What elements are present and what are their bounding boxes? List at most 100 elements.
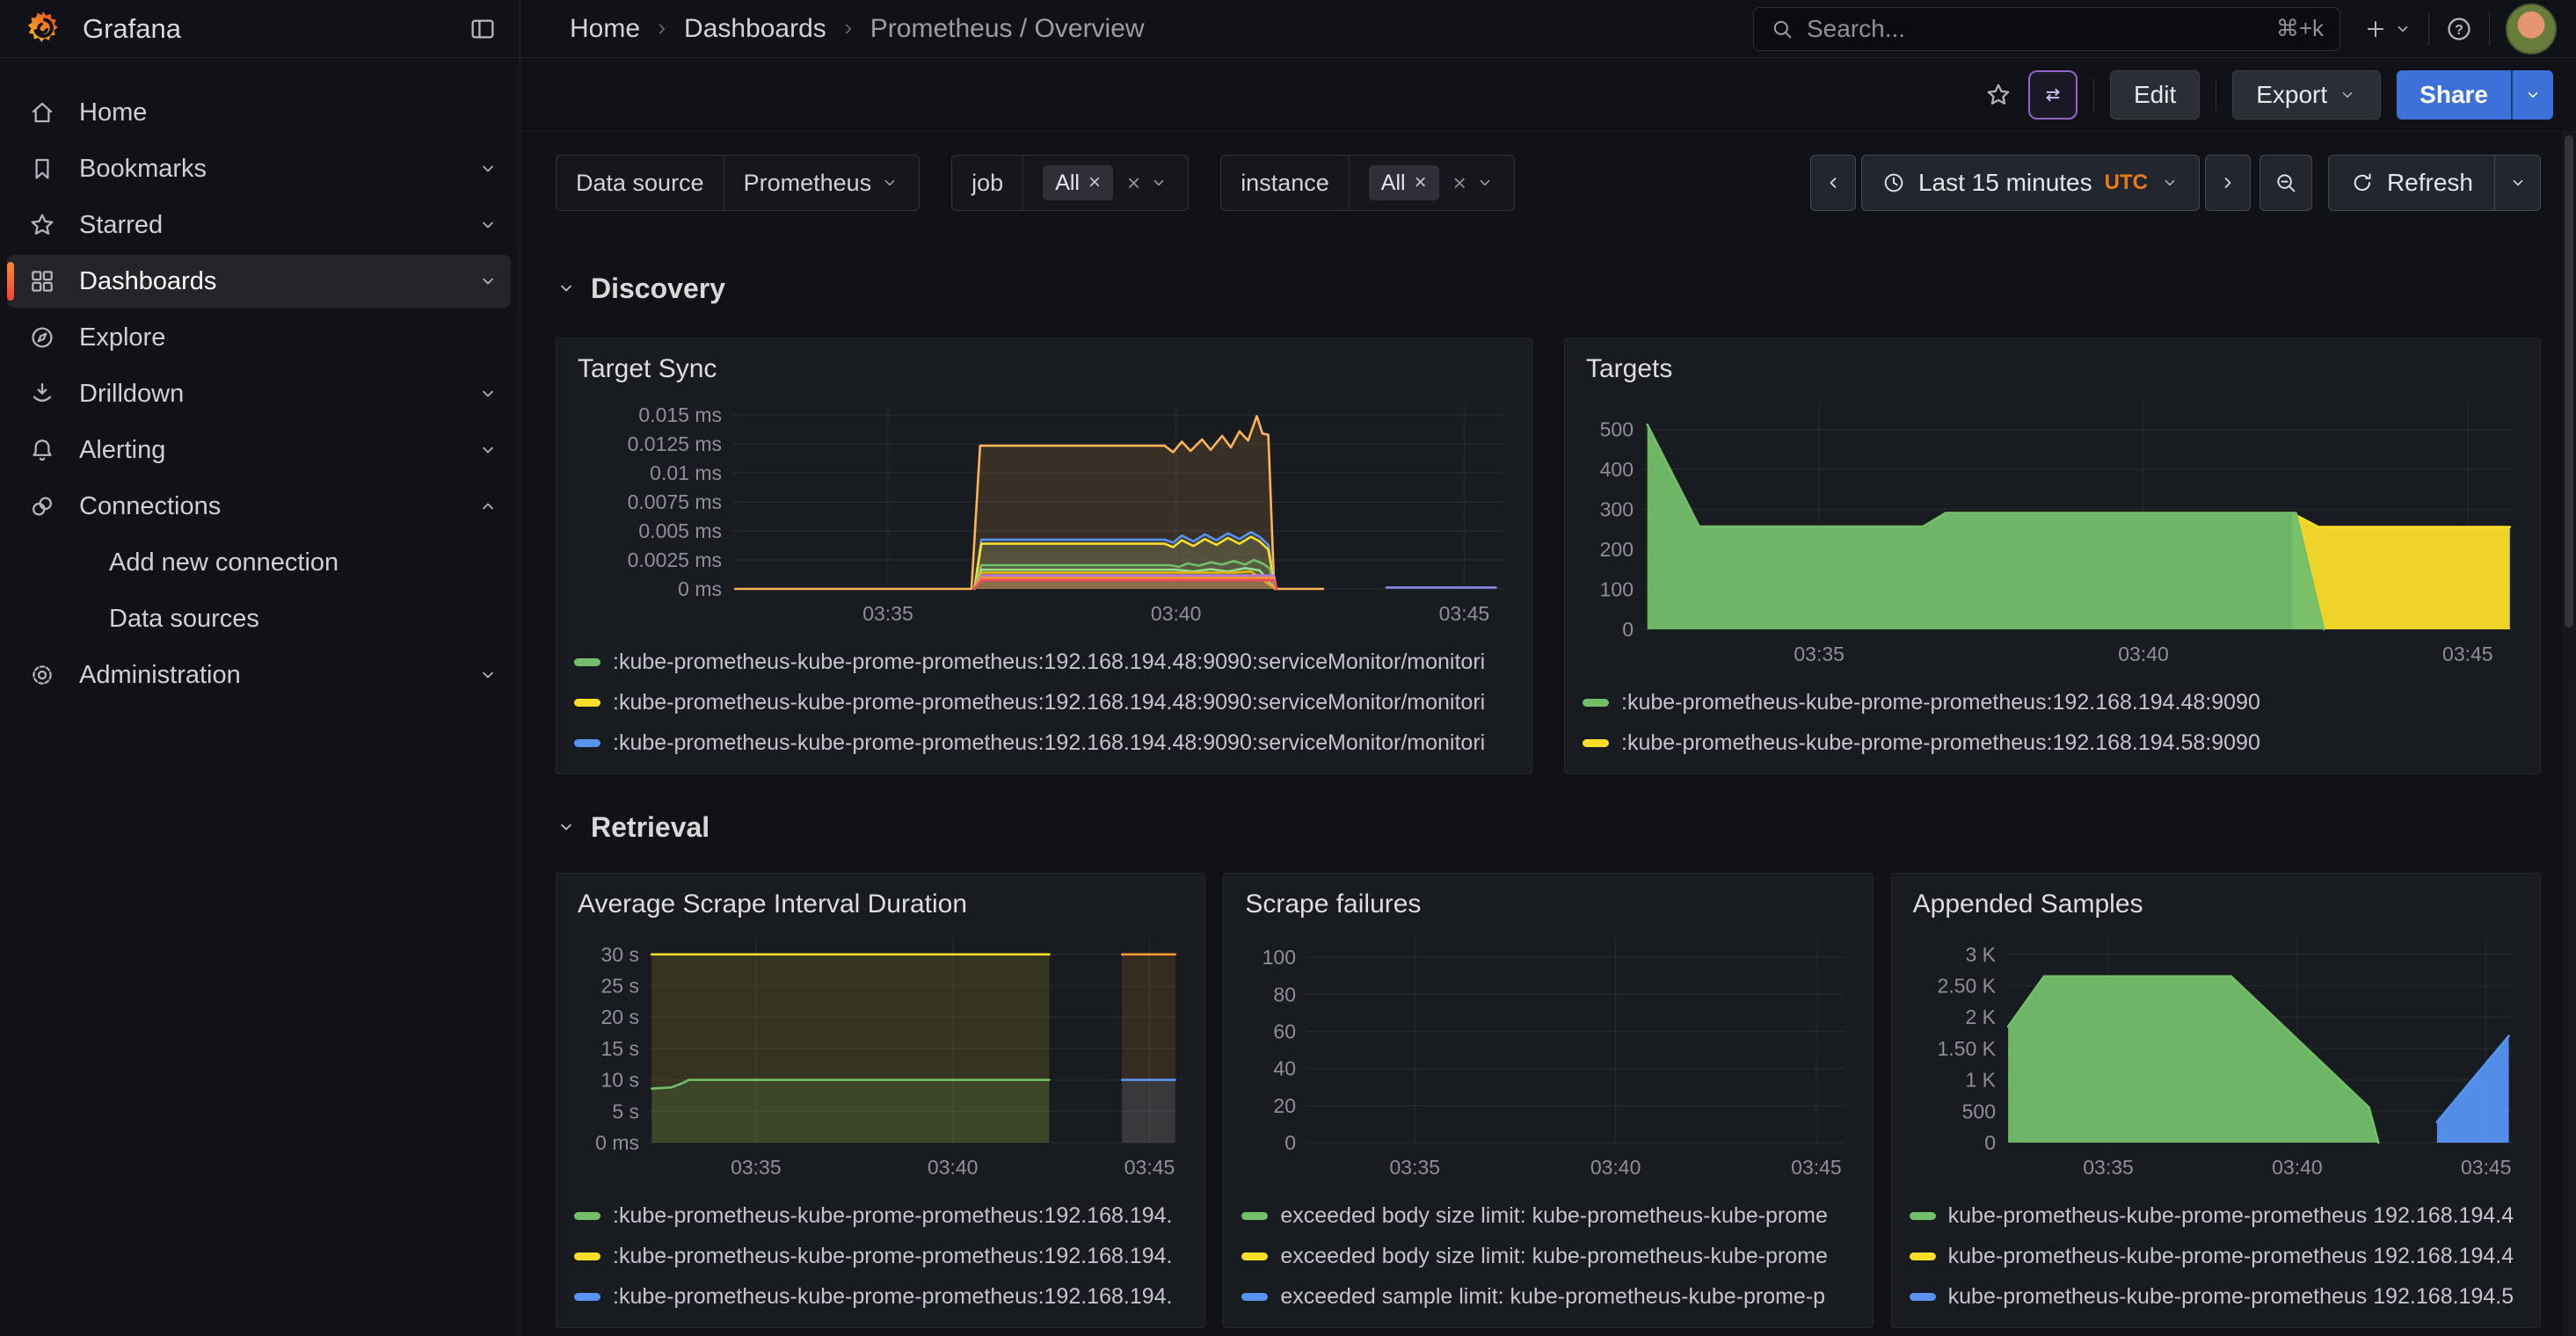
- refresh-interval-button[interactable]: [2494, 156, 2540, 210]
- svg-text:3 K: 3 K: [1965, 943, 1996, 966]
- panel-title[interactable]: Appended Samples: [1892, 874, 2540, 925]
- panel-title[interactable]: Average Scrape Interval Duration: [557, 874, 1204, 925]
- filter-row: Data source Prometheus job All × ×: [556, 155, 2541, 211]
- section-header-discovery[interactable]: Discovery: [556, 269, 2541, 308]
- time-range-picker[interactable]: Last 15 minutes UTC: [1861, 155, 2200, 211]
- chart-canvas[interactable]: 03:3503:4003:450 ms0.0025 ms0.005 ms0.00…: [565, 391, 1516, 629]
- legend-swatch: [574, 1252, 600, 1260]
- chevron-down-icon: [2338, 85, 2357, 105]
- chart-targets[interactable]: 03:3503:4003:450100200300400500: [1574, 391, 2524, 670]
- legend-item[interactable]: :kube-prometheus-kube-prome-prometheus:1…: [574, 689, 1512, 715]
- export-button[interactable]: Export: [2232, 70, 2381, 120]
- breadcrumb-home[interactable]: Home: [570, 14, 640, 44]
- sidebar-item-data-sources[interactable]: Data sources: [7, 592, 511, 645]
- legend-item[interactable]: :kube-prometheus-kube-prome-prometheus:1…: [574, 1283, 1185, 1310]
- legend-item[interactable]: :kube-prometheus-kube-prome-prometheus:1…: [1583, 730, 2521, 756]
- search-box[interactable]: ⌘+k: [1753, 7, 2340, 51]
- sidebar-item-drilldown[interactable]: Drilldown: [7, 367, 511, 420]
- legend-item[interactable]: kube-prometheus-kube-prome-prometheus 19…: [1910, 1202, 2521, 1229]
- panel-title[interactable]: Targets: [1565, 338, 2540, 389]
- sidebar-item-home[interactable]: Home: [7, 86, 511, 139]
- chip-close-icon[interactable]: ×: [1415, 171, 1427, 195]
- legend-item[interactable]: :kube-prometheus-kube-prome-prometheus:1…: [574, 1243, 1185, 1269]
- chart-appended-samples[interactable]: 03:3503:4003:4505001 K1.50 K2 K2.50 K3 K: [1901, 926, 2524, 1183]
- sidebar-item-add-new-connection[interactable]: Add new connection: [7, 536, 511, 589]
- time-shift-forward-button[interactable]: [2205, 155, 2251, 211]
- edit-button[interactable]: Edit: [2110, 70, 2200, 120]
- panel-title[interactable]: Target Sync: [557, 338, 1532, 389]
- legend-item[interactable]: :kube-prometheus-kube-prome-prometheus:1…: [574, 649, 1512, 675]
- section-header-retrieval[interactable]: Retrieval: [556, 808, 2541, 846]
- zoom-out-button[interactable]: [2259, 155, 2312, 211]
- sidebar-item-explore[interactable]: Explore: [7, 311, 511, 364]
- legend-item[interactable]: exceeded body size limit: kube-prometheu…: [1241, 1202, 1852, 1229]
- sidebar-item-administration[interactable]: Administration: [7, 649, 511, 701]
- job-chip[interactable]: All ×: [1043, 165, 1113, 200]
- chevron-down-icon[interactable]: [477, 158, 498, 179]
- clear-filter-icon[interactable]: ×: [1127, 170, 1140, 197]
- avatar[interactable]: [2506, 4, 2557, 54]
- time-shift-back-button[interactable]: [1810, 155, 1856, 211]
- chevron-down-icon: [2508, 173, 2528, 192]
- share-button[interactable]: Share: [2397, 70, 2511, 120]
- chart-target-sync[interactable]: 03:3503:4003:450 ms0.0025 ms0.005 ms0.00…: [565, 391, 1516, 629]
- top-header: Grafana Home Dashboards Prometheus / Ove…: [0, 0, 2576, 58]
- sidebar-item-bookmarks[interactable]: Bookmarks: [7, 142, 511, 195]
- svg-text:03:35: 03:35: [2083, 1156, 2134, 1179]
- legend-swatch: [1910, 1252, 1936, 1260]
- add-menu-button[interactable]: [2363, 17, 2412, 41]
- help-icon[interactable]: ?: [2445, 15, 2473, 43]
- time-controls: Last 15 minutes UTC Refresh: [1810, 155, 2541, 211]
- legend-item[interactable]: exceeded body size limit: kube-prometheu…: [1241, 1243, 1852, 1269]
- datasource-value[interactable]: Prometheus: [744, 170, 872, 197]
- instance-chip[interactable]: All ×: [1369, 165, 1439, 200]
- svg-text:0.01 ms: 0.01 ms: [650, 461, 722, 484]
- legend-item[interactable]: kube-prometheus-kube-prome-prometheus 19…: [1910, 1243, 2521, 1269]
- sidebar-item-alerting[interactable]: Alerting: [7, 424, 511, 476]
- refresh-button[interactable]: Refresh: [2329, 156, 2494, 210]
- chart-average-scrape-interval-duration[interactable]: 03:3503:4003:450 ms5 s10 s15 s20 s25 s30…: [565, 926, 1189, 1183]
- favorite-star-icon[interactable]: [1984, 81, 2012, 109]
- sidebar-item-starred[interactable]: Starred: [7, 199, 511, 251]
- instance-filter[interactable]: instance All × ×: [1220, 155, 1515, 211]
- clear-filter-icon[interactable]: ×: [1453, 170, 1466, 197]
- chevron-down-icon: [880, 173, 899, 192]
- legend-item[interactable]: :kube-prometheus-kube-prome-prometheus:1…: [1583, 689, 2521, 715]
- chevron-down-icon[interactable]: [477, 439, 498, 461]
- scrollbar-thumb[interactable]: [2565, 135, 2573, 628]
- panel-title[interactable]: Scrape failures: [1224, 874, 1872, 925]
- chevron-down-icon[interactable]: [477, 214, 498, 236]
- chevron-down-icon[interactable]: [477, 271, 498, 292]
- share-menu-button[interactable]: [2511, 70, 2553, 120]
- chevron-down-icon[interactable]: [477, 383, 498, 404]
- sidebar-item-connections[interactable]: Connections: [7, 480, 511, 533]
- legend-label: kube-prometheus-kube-prome-prometheus 19…: [1948, 1203, 2514, 1229]
- legend: :kube-prometheus-kube-prome-prometheus:1…: [557, 629, 1532, 773]
- legend-label: :kube-prometheus-kube-prome-prometheus:1…: [613, 1203, 1173, 1229]
- chevron-down-icon[interactable]: [477, 664, 498, 686]
- legend-item[interactable]: kube-prometheus-kube-prome-prometheus 19…: [1910, 1283, 2521, 1310]
- legend-item[interactable]: :kube-prometheus-kube-prome-prometheus:1…: [574, 1202, 1185, 1229]
- legend-swatch: [1241, 1293, 1268, 1301]
- chip-close-icon[interactable]: ×: [1088, 171, 1101, 195]
- chart-canvas[interactable]: 03:3503:4003:4505001 K1.50 K2 K2.50 K3 K: [1901, 926, 2524, 1183]
- chart-canvas[interactable]: 03:3503:4003:45020406080100: [1233, 926, 1856, 1183]
- sidebar-item-dashboards[interactable]: Dashboards: [7, 255, 511, 308]
- chart-scrape-failures[interactable]: 03:3503:4003:45020406080100: [1233, 926, 1856, 1183]
- datasource-picker[interactable]: Data source Prometheus: [556, 155, 920, 211]
- legend-swatch: [1910, 1293, 1936, 1301]
- panel-row: Target Sync03:3503:4003:450 ms0.0025 ms0…: [556, 338, 2541, 774]
- search-input[interactable]: [1807, 15, 2264, 43]
- legend-item[interactable]: exceeded sample limit: kube-prometheus-k…: [1241, 1283, 1852, 1310]
- chevron-up-icon[interactable]: [477, 496, 498, 517]
- scrollbar[interactable]: [2562, 132, 2576, 1336]
- sidebar-toggle-icon[interactable]: [469, 15, 497, 43]
- dashboard-content: Data source Prometheus job All × ×: [520, 132, 2576, 1336]
- apps-icon: [28, 267, 56, 295]
- breadcrumb-dashboards[interactable]: Dashboards: [684, 14, 826, 44]
- chart-canvas[interactable]: 03:3503:4003:450100200300400500: [1574, 391, 2524, 670]
- chart-canvas[interactable]: 03:3503:4003:450 ms5 s10 s15 s20 s25 s30…: [565, 926, 1189, 1183]
- job-filter[interactable]: job All × ×: [951, 155, 1189, 211]
- swap-panes-button[interactable]: [2028, 70, 2078, 120]
- legend-item[interactable]: :kube-prometheus-kube-prome-prometheus:1…: [574, 730, 1512, 756]
